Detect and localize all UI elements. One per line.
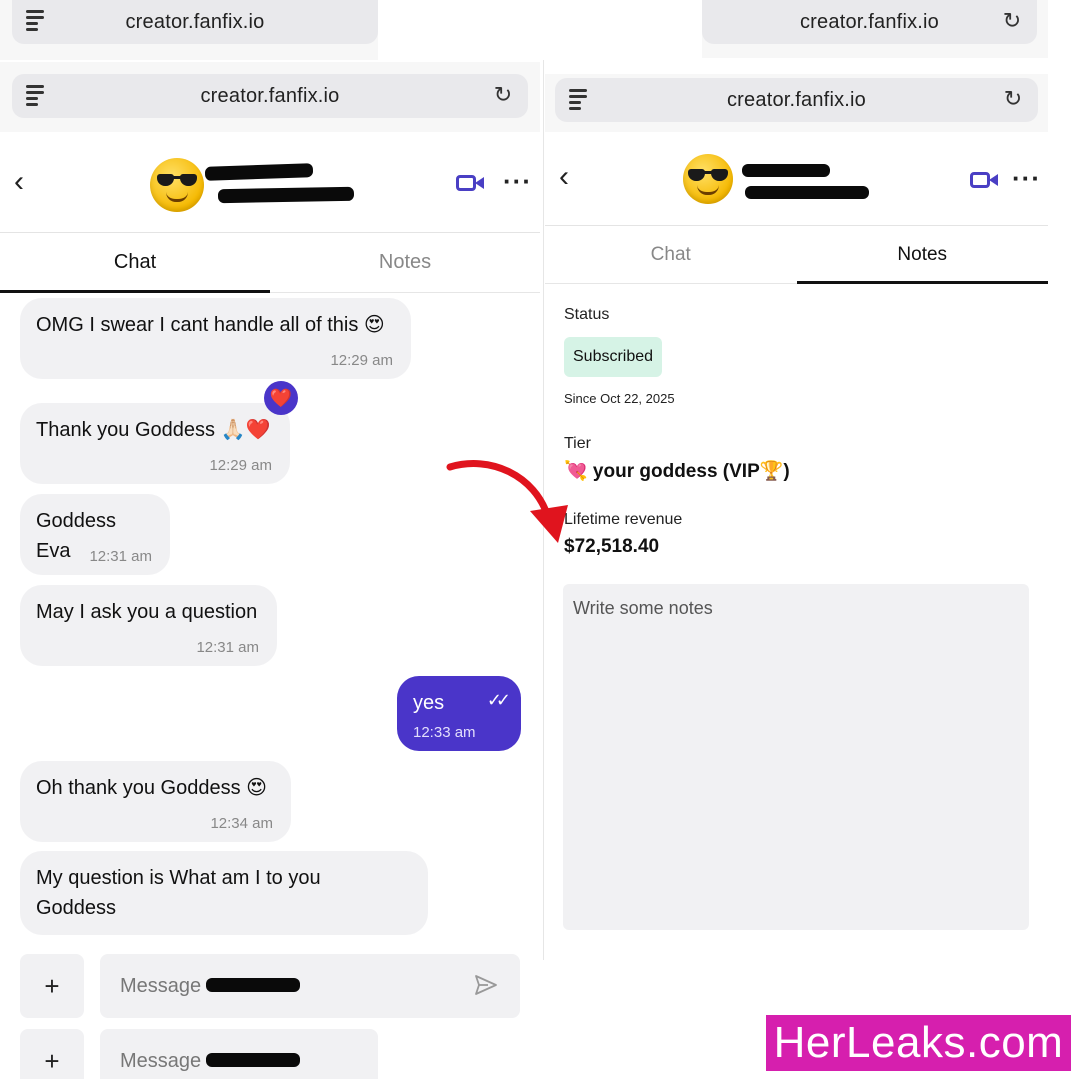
redacted-username	[742, 164, 830, 177]
url-text: creator.fanfix.io	[726, 88, 867, 111]
browser-bar: creator.fanfix.io ↻	[0, 62, 540, 132]
attach-button[interactable]: +	[20, 954, 84, 1018]
message-time: 12:29 am	[330, 352, 393, 369]
message-text: Oh thank you Goddess 😍	[36, 777, 267, 799]
avatar[interactable]	[150, 158, 204, 212]
status-badge: Subscribed	[564, 337, 663, 377]
back-icon[interactable]: ‹	[14, 167, 24, 197]
tab-notes[interactable]: Notes	[270, 233, 540, 292]
tabs-icon[interactable]	[569, 89, 589, 111]
redacted-username	[204, 163, 314, 181]
browser-bar-top: creator.fanfix.io ↻	[702, 0, 1048, 58]
message-text: My question is What am I to you Goddess	[36, 867, 321, 919]
chat-tabs: Chat Notes	[0, 233, 540, 293]
chat-header: ‹ ···	[545, 132, 1048, 226]
message-time: 12:29 am	[209, 457, 272, 474]
url-bar[interactable]: creator.fanfix.io ↻	[12, 74, 528, 118]
message-bubble[interactable]: OMG I swear I cant handle all of this 😍 …	[20, 298, 411, 379]
tab-notes[interactable]: Notes	[796, 226, 1049, 284]
chat-header: ‹ ···	[0, 133, 540, 233]
browser-bar: creator.fanfix.io ↻	[545, 74, 1048, 132]
tier-label: Tier	[564, 435, 591, 452]
more-options-icon[interactable]: ···	[503, 168, 532, 194]
redacted-handle	[217, 186, 355, 204]
message-bubble[interactable]: Thank you Goddess 🙏🏻❤️ 12:29 am	[20, 403, 290, 484]
more-options-icon[interactable]: ···	[1012, 165, 1041, 191]
reload-icon[interactable]: ↻	[492, 84, 514, 106]
redacted-recipient	[206, 1053, 300, 1067]
subscribed-since: Since Oct 22, 2025	[564, 391, 675, 406]
red-arrow-annotation	[446, 460, 568, 543]
tabs-icon[interactable]	[26, 10, 46, 32]
notes-tabs: Chat Notes	[545, 226, 1048, 284]
heart-reaction-icon[interactable]: ❤️	[264, 381, 298, 415]
message-time: 12:31 am	[196, 639, 259, 656]
message-placeholder: Message	[120, 1049, 202, 1072]
tier-value: 💘 your goddess (VIP🏆)	[564, 461, 790, 482]
url-text: creator.fanfix.io	[200, 84, 340, 107]
message-placeholder: Message	[120, 974, 202, 997]
message-time: 12:31 am	[89, 548, 152, 565]
status-label: Status	[564, 306, 610, 323]
tab-chat[interactable]: Chat	[545, 226, 797, 283]
url-text: creator.fanfix.io	[799, 10, 940, 33]
browser-bar-top: creator.fanfix.io	[0, 0, 378, 60]
read-receipt-icon: ✓✓	[486, 690, 511, 710]
message-input[interactable]: Message	[100, 1029, 378, 1079]
url-bar[interactable]: creator.fanfix.io ↻	[702, 0, 1037, 44]
watermark: HerLeaks.com	[766, 1015, 1071, 1071]
message-text: Thank you Goddess 🙏🏻❤️	[36, 419, 271, 441]
message-bubble[interactable]: Oh thank you Goddess 😍 12:34 am	[20, 761, 291, 842]
avatar[interactable]	[683, 154, 733, 204]
message-bubble[interactable]: May I ask you a question 12:31 am	[20, 585, 277, 666]
notes-textarea[interactable]: Write some notes	[563, 584, 1029, 930]
message-bubble-outgoing[interactable]: yes ✓✓ 12:33 am	[397, 676, 521, 751]
message-input[interactable]: Message	[100, 954, 520, 1018]
video-call-icon[interactable]	[970, 170, 1000, 190]
message-bubble[interactable]: My question is What am I to you Goddess	[20, 851, 428, 935]
url-bar[interactable]: creator.fanfix.io ↻	[555, 78, 1038, 122]
reload-icon[interactable]: ↻	[1001, 10, 1023, 32]
redacted-handle	[745, 186, 869, 199]
message-time: 12:33 am	[413, 724, 476, 741]
message-text: OMG I swear I cant handle all of this 😍	[36, 314, 385, 336]
tab-chat[interactable]: Chat	[0, 233, 270, 293]
notes-panel: creator.fanfix.io ↻ creator.fanfix.io ↻ …	[545, 0, 1048, 1010]
attach-button[interactable]: +	[20, 1029, 84, 1079]
redacted-recipient	[206, 978, 300, 992]
url-text: creator.fanfix.io	[125, 10, 265, 33]
message-time: 12:34 am	[210, 815, 273, 832]
reload-icon[interactable]: ↻	[1002, 88, 1024, 110]
message-bubble[interactable]: Goddess Eva 12:31 am	[20, 494, 170, 575]
send-icon[interactable]	[474, 974, 498, 996]
lifetime-revenue-label: Lifetime revenue	[564, 511, 683, 528]
url-bar[interactable]: creator.fanfix.io	[12, 0, 378, 44]
tabs-icon[interactable]	[26, 85, 46, 107]
back-icon[interactable]: ‹	[559, 162, 569, 192]
video-call-icon[interactable]	[456, 173, 486, 193]
message-text: May I ask you a question	[36, 601, 258, 623]
